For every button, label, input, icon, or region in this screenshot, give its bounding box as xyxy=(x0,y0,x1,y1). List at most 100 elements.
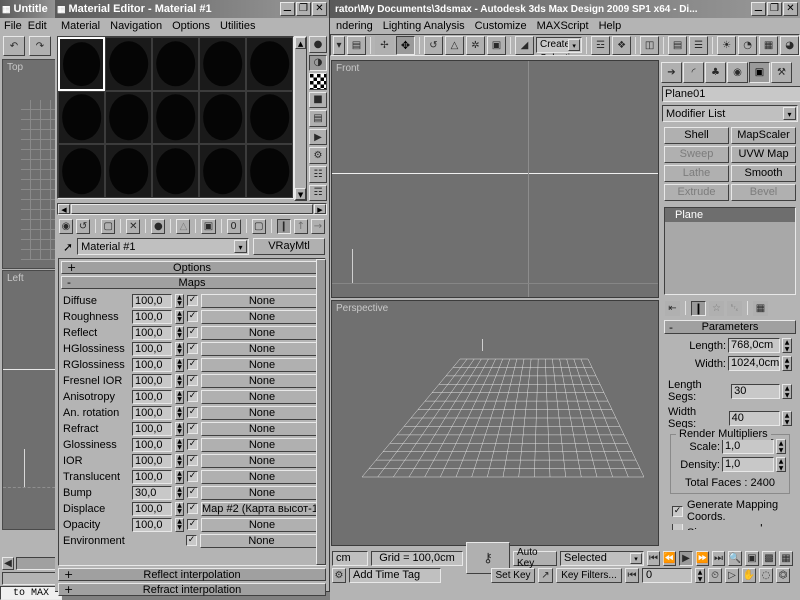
map-amount-spinner[interactable]: ▲▼ xyxy=(175,406,184,420)
modifier-list-dropdown[interactable]: Modifier List ▾ xyxy=(662,105,798,122)
command-panel-tabs[interactable]: ➔ ◜ ♣ ◉ ▣ ⚒ xyxy=(660,60,800,85)
sample-slots-area[interactable]: ▲ ▼ ● ◑ ■ ▤ ▶ ⚙ ☷ ☶ xyxy=(57,36,327,201)
map-amount-input[interactable]: 100,0 xyxy=(132,326,172,340)
sample-slot[interactable] xyxy=(246,91,293,145)
map-slot-button[interactable]: None xyxy=(201,294,323,308)
sample-slot[interactable] xyxy=(152,37,199,91)
modifier-stack[interactable]: Plane xyxy=(664,207,796,295)
rollout-refract-interpolation-header[interactable]: + Refract interpolation xyxy=(58,583,326,596)
material-effects-icon[interactable]: 0 xyxy=(227,219,241,234)
map-amount-spinner[interactable]: ▲▼ xyxy=(175,358,184,372)
material-rollouts-scrollbar[interactable] xyxy=(316,259,326,565)
auto-key-button[interactable]: Auto Key xyxy=(513,551,557,566)
eyedropper-icon[interactable]: ➚ xyxy=(63,240,73,254)
scroll-left-icon-me[interactable]: ◀ xyxy=(58,204,70,214)
menu-item-maxscript[interactable]: MAXScript xyxy=(537,20,589,32)
create-tab[interactable]: ➔ xyxy=(661,62,682,83)
spinner-current-frame[interactable]: ▲▼ xyxy=(695,568,705,583)
material-editor-close-button[interactable]: ✕ xyxy=(312,2,327,16)
rollout-toggle-icon-reflect[interactable]: + xyxy=(64,568,73,581)
sample-slot[interactable] xyxy=(199,91,246,145)
map-slot-button[interactable]: None xyxy=(201,342,323,356)
video-color-check-icon[interactable]: ▤ xyxy=(309,110,327,127)
show-end-result-icon-me[interactable]: ❙ xyxy=(277,219,291,234)
map-amount-spinner[interactable]: ▲▼ xyxy=(175,438,184,452)
background-window[interactable]: ▦ Untitle File Edit ↶ ↷ Top Left ◀ t xyxy=(0,0,62,600)
undo-icon[interactable]: ↶ xyxy=(3,36,25,56)
map-amount-spinner[interactable]: ▲▼ xyxy=(175,502,184,516)
param-input-density[interactable]: 1,0 xyxy=(722,457,774,472)
parameters-rollout[interactable]: - Parameters Length: 768,0cm ▲▼ Width: 1… xyxy=(664,320,796,532)
sample-slot[interactable] xyxy=(246,37,293,91)
background-window-titlebar[interactable]: ▦ Untitle xyxy=(0,0,61,18)
create-selection-set-input[interactable]: Create Selection Set ▾ xyxy=(536,37,582,53)
map-amount-spinner[interactable]: ▲▼ xyxy=(175,470,184,484)
map-row[interactable]: An. rotation100,0▲▼✓None xyxy=(63,405,323,420)
get-material-icon[interactable]: ◉ xyxy=(59,219,73,234)
options-icon[interactable]: ⚙ xyxy=(309,147,327,164)
spinner-width-segs[interactable]: ▲▼ xyxy=(782,411,792,426)
map-amount-input[interactable]: 100,0 xyxy=(132,390,172,404)
map-slot-button[interactable]: None xyxy=(201,374,323,388)
sample-slot-grid[interactable] xyxy=(57,36,294,199)
scroll-thumb-me[interactable] xyxy=(71,204,313,214)
param-row-length-segs[interactable]: Length Segs: 30 ▲▼ xyxy=(668,379,792,403)
sample-slot[interactable] xyxy=(58,144,105,198)
sample-slot[interactable] xyxy=(152,144,199,198)
rollout-toggle-icon-refract[interactable]: + xyxy=(64,583,73,596)
render-setup-icon[interactable]: ◔ xyxy=(738,36,757,55)
select-and-move-icon[interactable]: ✥ xyxy=(396,36,415,55)
map-enable-checkbox[interactable]: ✓ xyxy=(187,343,198,354)
material-editor-toolbar[interactable]: ◉ ↺ ▢ ✕ ● △ ▣ 0 ▢ ❙ ↑ → xyxy=(55,215,329,237)
param-row-width-segs[interactable]: Width Segs: 40 ▲▼ xyxy=(668,406,792,430)
material-id-channel-icon[interactable]: ☶ xyxy=(309,185,327,202)
param-input-scale[interactable]: 1,0 xyxy=(722,439,774,454)
zoom-extents-icon[interactable]: ▩ xyxy=(762,551,776,566)
set-key-button[interactable]: Set Key xyxy=(491,568,535,583)
modifier-button-uvw-map[interactable]: UVW Map xyxy=(731,146,796,163)
command-panel[interactable]: ➔ ◜ ♣ ◉ ▣ ⚒ Modifier List ▾ Shell xyxy=(660,60,800,548)
map-row[interactable]: IOR100,0▲▼✓None xyxy=(63,453,323,468)
go-to-start-icon[interactable]: ⏮ xyxy=(647,551,660,566)
modify-tab[interactable]: ◜ xyxy=(683,62,704,83)
spinner-width[interactable]: ▲▼ xyxy=(782,356,792,371)
scroll-left-icon[interactable]: ◀ xyxy=(2,557,14,570)
pan-icon[interactable]: ✋ xyxy=(742,568,756,583)
chevron-down-icon-selection-set[interactable]: ▾ xyxy=(568,39,580,51)
add-time-tag-field[interactable]: Add Time Tag xyxy=(349,568,441,583)
map-amount-spinner[interactable]: ▲▼ xyxy=(175,342,184,356)
background-undo-toolbar[interactable]: ↶ ↷ xyxy=(0,34,61,58)
sample-slot-horizontal-scrollbar[interactable]: ◀ ▶ xyxy=(57,203,327,215)
modifier-button-shell[interactable]: Shell xyxy=(664,127,729,144)
sample-slot[interactable] xyxy=(58,91,105,145)
material-editor-titlebar[interactable]: ▦ Material Editor - Material #1 ⚊ ❐ ✕ xyxy=(55,0,329,18)
map-enable-checkbox[interactable]: ✓ xyxy=(186,535,197,546)
map-amount-spinner[interactable]: ▲▼ xyxy=(175,310,184,324)
select-by-material-icon[interactable]: ☷ xyxy=(309,166,327,183)
max-titlebar[interactable]: rator\My Documents\3dsmax - Autodesk 3ds… xyxy=(330,0,800,18)
key-mode-toggle-icon[interactable]: ⏮ xyxy=(625,568,639,583)
material-editor-menubar[interactable]: Material Navigation Options Utilities xyxy=(55,18,329,34)
hierarchy-tab[interactable]: ♣ xyxy=(705,62,726,83)
pin-stack-icon[interactable]: ⇤ xyxy=(665,301,680,316)
select-region-icon[interactable]: ◢ xyxy=(515,36,534,55)
map-slot-button[interactable]: None xyxy=(200,534,323,548)
sample-slot[interactable] xyxy=(246,144,293,198)
scroll-right-icon-me[interactable]: ▶ xyxy=(314,204,326,214)
mirror-icon[interactable]: ☲ xyxy=(591,36,610,55)
map-amount-input[interactable]: 100,0 xyxy=(132,342,172,356)
spinner-length-segs[interactable]: ▲▼ xyxy=(782,384,792,399)
material-type-button[interactable]: VRayMtl xyxy=(253,238,325,255)
menu-item-help[interactable]: Help xyxy=(599,20,622,32)
object-name-input[interactable] xyxy=(662,86,800,102)
rollout-toggle-icon[interactable]: - xyxy=(669,321,673,334)
scroll-up-icon[interactable]: ▲ xyxy=(295,37,306,49)
map-slot-button[interactable]: None xyxy=(201,310,323,324)
map-row[interactable]: Opacity100,0▲▼✓None xyxy=(63,517,323,532)
curve-editor-icon[interactable]: ▤ xyxy=(668,36,687,55)
modifier-stack-item-plane[interactable]: Plane xyxy=(665,208,795,222)
param-input-width[interactable]: 1024,0cm xyxy=(728,356,780,371)
map-amount-spinner[interactable]: ▲▼ xyxy=(175,486,184,500)
menu-item-navigation[interactable]: Navigation xyxy=(110,20,162,32)
max-status-bar[interactable]: cm Grid = 100,0cm ⚷ Auto Key Selected ▾ … xyxy=(330,548,800,600)
